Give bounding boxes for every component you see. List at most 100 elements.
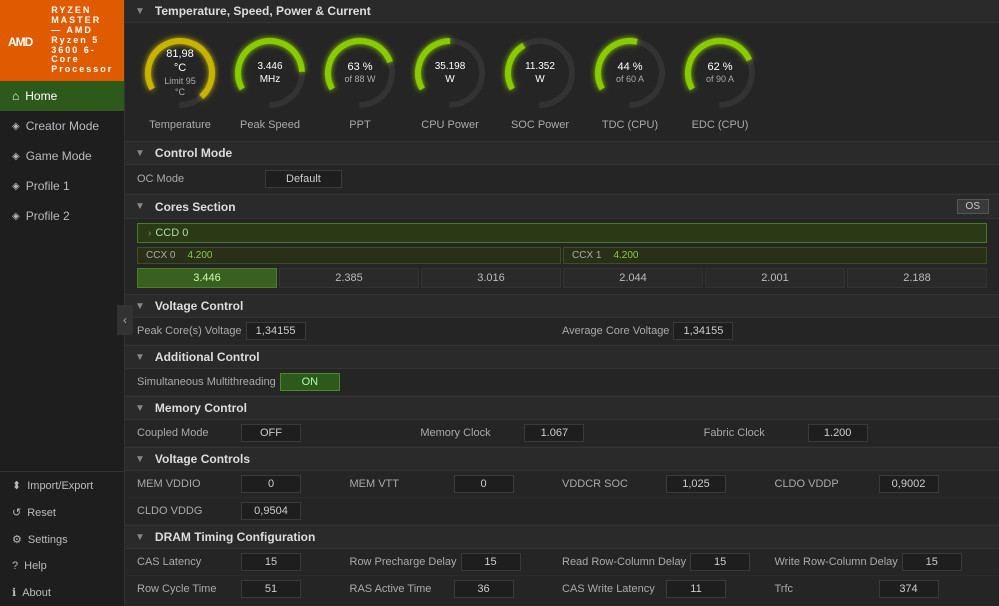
vddcr-soc-value: 1,025 [666,475,726,493]
mem-clock-label: Memory Clock [420,427,520,439]
smt-label: Simultaneous Multithreading [137,376,276,388]
reset-button[interactable]: ↺ Reset [0,499,124,526]
help-button[interactable]: ? Help [0,553,124,579]
dram-row-1: Row Cycle Time 51 RAS Active Time 36 CAS… [125,576,999,603]
creator-icon: ◈ [12,121,20,132]
mem-clock-value: 1.067 [524,424,584,442]
speed-value: 3.446 MHz [250,60,290,86]
avg-voltage-label: Average Core Voltage [562,325,669,337]
help-icon: ? [12,560,18,572]
peak-voltage-value: 1,34155 [246,322,306,340]
voltage-controls-section: ▼ Voltage Controls MEM VDDIO 0 MEM VTT 0… [125,448,999,526]
mem-vtt-value: 0 [454,475,514,493]
additional-control-section: ▼ Additional Control Simultaneous Multit… [125,346,999,397]
ccx1-bar: CCX 1 4.200 [563,247,987,264]
smt-row: Simultaneous Multithreading ON [125,369,999,396]
cores-section-header: ▼ Cores Section OS [125,195,999,219]
dram-cell-read-row-col: Read Row-Column Delay 15 [562,553,775,571]
cldo-vddg-value: 0,9504 [241,502,301,520]
app-name: RYZEN MASTER — AMD Ryzen 5 3600 6-Core P… [51,6,116,75]
import-export-button[interactable]: ⬍ Import/Export [0,472,124,499]
ccd-bar: › CCD 0 [137,223,987,243]
gauges-row: 81,98 °C Limit 95 °C Temperature 3.446 M… [125,23,999,142]
memory-control-section: ▼ Memory Control Coupled Mode OFF Memory… [125,397,999,448]
tdc-label: TDC (CPU) [602,119,658,131]
vddcr-soc-label: VDDCR SOC [562,478,662,490]
dram-cell-cas: CAS Latency 15 [137,553,350,571]
sidebar-collapse-button[interactable]: ‹ [117,305,133,335]
tdc-value: 44 % of 60 A [616,60,644,86]
settings-icon: ⚙ [12,533,22,546]
voltage-controls-row2: CLDO VDDG 0,9504 [125,498,999,525]
voltage-control-section: ▼ Voltage Control Peak Core(s) Voltage 1… [125,295,999,346]
soc-power-label: SOC Power [511,119,569,131]
os-badge: OS [957,199,989,214]
avg-voltage-value: 1,34155 [673,322,733,340]
nav-profile2-label: Profile 2 [26,209,70,223]
dram-row-0: CAS Latency 15 Row Precharge Delay 15 Re… [125,549,999,576]
fabric-clock-label: Fabric Clock [704,427,804,439]
help-label: Help [24,560,47,572]
nav-profile1-label: Profile 1 [26,179,70,193]
ppt-label: PPT [349,119,370,131]
edc-gauge: 62 % of 90 A EDC (CPU) [680,33,760,131]
nav-creator[interactable]: ◈ Creator Mode [0,111,124,141]
edc-label: EDC (CPU) [692,119,749,131]
settings-button[interactable]: ⚙ Settings [0,526,124,553]
cores-toggle[interactable]: ▼ [135,201,145,212]
about-button[interactable]: ℹ About [0,579,124,606]
control-mode-header: ▼ Control Mode [125,142,999,165]
core-val-5: 2.188 [847,268,987,288]
fabric-clock-value: 1.200 [808,424,868,442]
dram-timing-toggle[interactable]: ▼ [135,532,145,543]
reset-label: Reset [27,507,56,519]
mem-vtt-label: MEM VTT [350,478,450,490]
additional-control-toggle[interactable]: ▼ [135,352,145,363]
cldo-vddg-cell: CLDO VDDG 0,9504 [137,502,987,520]
voltage-controls-toggle[interactable]: ▼ [135,454,145,465]
home-icon: ⌂ [12,89,19,103]
oc-mode-label: OC Mode [137,173,257,185]
nav-profile1[interactable]: ◈ Profile 1 [0,171,124,201]
dram-timing-section: ▼ DRAM Timing Configuration CAS Latency … [125,526,999,606]
avg-voltage-cell: Average Core Voltage 1,34155 [562,322,987,340]
nav-creator-label: Creator Mode [26,119,99,133]
core-values-row: 3.446 2.385 3.016 2.044 2.001 2.188 [125,266,999,294]
coupled-mode-value: OFF [241,424,301,442]
control-mode-section: ▼ Control Mode OC Mode Default [125,142,999,195]
sidebar-bottom: ⬍ Import/Export ↺ Reset ⚙ Settings ? Hel… [0,471,124,606]
peak-voltage-label: Peak Core(s) Voltage [137,325,242,337]
nav-home-label: Home [25,89,57,103]
voltage-controls-row1: MEM VDDIO 0 MEM VTT 0 VDDCR SOC 1,025 CL… [125,471,999,498]
main-content: ▼ Temperature, Speed, Power & Current 81… [125,0,999,606]
profile2-icon: ◈ [12,211,20,222]
voltage-controls-title: Voltage Controls [155,452,250,466]
memory-control-row: Coupled Mode OFF Memory Clock 1.067 Fabr… [125,420,999,447]
temp-section-header: ▼ Temperature, Speed, Power & Current [125,0,999,23]
voltage-control-toggle[interactable]: ▼ [135,301,145,312]
coupled-mode-cell: Coupled Mode OFF [137,424,420,442]
dram-cell-ras-active: RAS Active Time 36 [350,580,563,598]
peak-voltage-cell: Peak Core(s) Voltage 1,34155 [137,322,562,340]
nav-home[interactable]: ⌂ Home [0,81,124,111]
voltage-control-title: Voltage Control [155,299,243,313]
smt-value: ON [280,373,340,391]
dram-cell-row-cycle: Row Cycle Time 51 [137,580,350,598]
nav-game-label: Game Mode [26,149,92,163]
dram-cell-trfc: Trfc 374 [775,580,988,598]
nav-profile2[interactable]: ◈ Profile 2 [0,201,124,231]
temperature-gauge: 81,98 °C Limit 95 °C Temperature [140,33,220,131]
cores-section: ▼ Cores Section OS › CCD 0 CCX 0 4.200 C… [125,195,999,295]
nav-game[interactable]: ◈ Game Mode [0,141,124,171]
mem-vddio-cell: MEM VDDIO 0 [137,475,350,493]
profile1-icon: ◈ [12,181,20,192]
control-mode-toggle[interactable]: ▼ [135,148,145,159]
smt-cell: Simultaneous Multithreading ON [137,373,987,391]
cldo-vddp-cell: CLDO VDDP 0,9002 [775,475,988,493]
temp-collapse-toggle[interactable]: ▼ [135,6,145,17]
ccd-label: CCD 0 [155,227,188,239]
memory-control-toggle[interactable]: ▼ [135,403,145,414]
sidebar-collapse-icon: ‹ [123,313,127,327]
import-label: Import/Export [27,480,93,492]
mem-vddio-label: MEM VDDIO [137,478,237,490]
